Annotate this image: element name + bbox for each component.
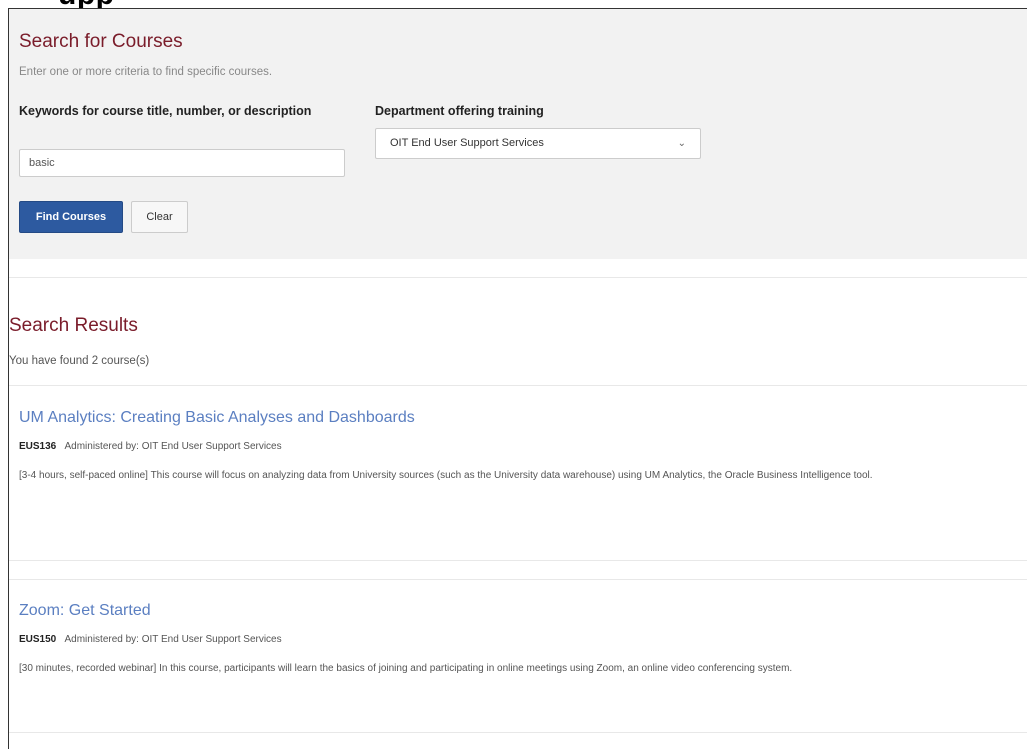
results-title: Search Results bbox=[9, 315, 138, 336]
clear-button[interactable]: Clear bbox=[131, 201, 188, 233]
keywords-input[interactable]: basic bbox=[19, 149, 345, 177]
search-title: Search for Courses bbox=[19, 31, 183, 52]
course-code: EUS136 bbox=[19, 441, 57, 452]
divider bbox=[9, 560, 1027, 561]
course-admin: Administered by: OIT End User Support Se… bbox=[64, 441, 282, 452]
page: upp Search for Courses Enter one or more… bbox=[0, 0, 1027, 749]
course-result: UM Analytics: Creating Basic Analyses an… bbox=[19, 408, 1027, 485]
divider bbox=[9, 277, 1027, 278]
course-meta: EUS150 Administered by: OIT End User Sup… bbox=[19, 633, 1027, 647]
course-title-link[interactable]: UM Analytics: Creating Basic Analyses an… bbox=[19, 408, 1027, 428]
course-meta: EUS136 Administered by: OIT End User Sup… bbox=[19, 440, 1027, 454]
keywords-label: Keywords for course title, number, or de… bbox=[19, 104, 312, 118]
course-title-link[interactable]: Zoom: Get Started bbox=[19, 601, 1027, 621]
divider bbox=[9, 732, 1027, 733]
divider bbox=[9, 579, 1027, 580]
course-admin: Administered by: OIT End User Support Se… bbox=[64, 634, 282, 645]
department-label: Department offering training bbox=[375, 104, 544, 118]
results-count: You have found 2 course(s) bbox=[9, 355, 150, 367]
search-subtitle: Enter one or more criteria to find speci… bbox=[19, 66, 273, 78]
course-result: Zoom: Get Started EUS150 Administered by… bbox=[19, 601, 1027, 678]
department-select[interactable]: OIT End User Support Services ⌄ bbox=[375, 128, 701, 159]
divider bbox=[9, 385, 1027, 386]
find-courses-button[interactable]: Find Courses bbox=[19, 201, 123, 233]
course-code: EUS150 bbox=[19, 634, 57, 645]
course-description: [3-4 hours, self-paced online] This cour… bbox=[19, 470, 873, 481]
department-selected-value: OIT End User Support Services bbox=[390, 137, 544, 149]
course-description: [30 minutes, recorded webinar] In this c… bbox=[19, 663, 793, 674]
chevron-down-icon: ⌄ bbox=[677, 138, 686, 149]
